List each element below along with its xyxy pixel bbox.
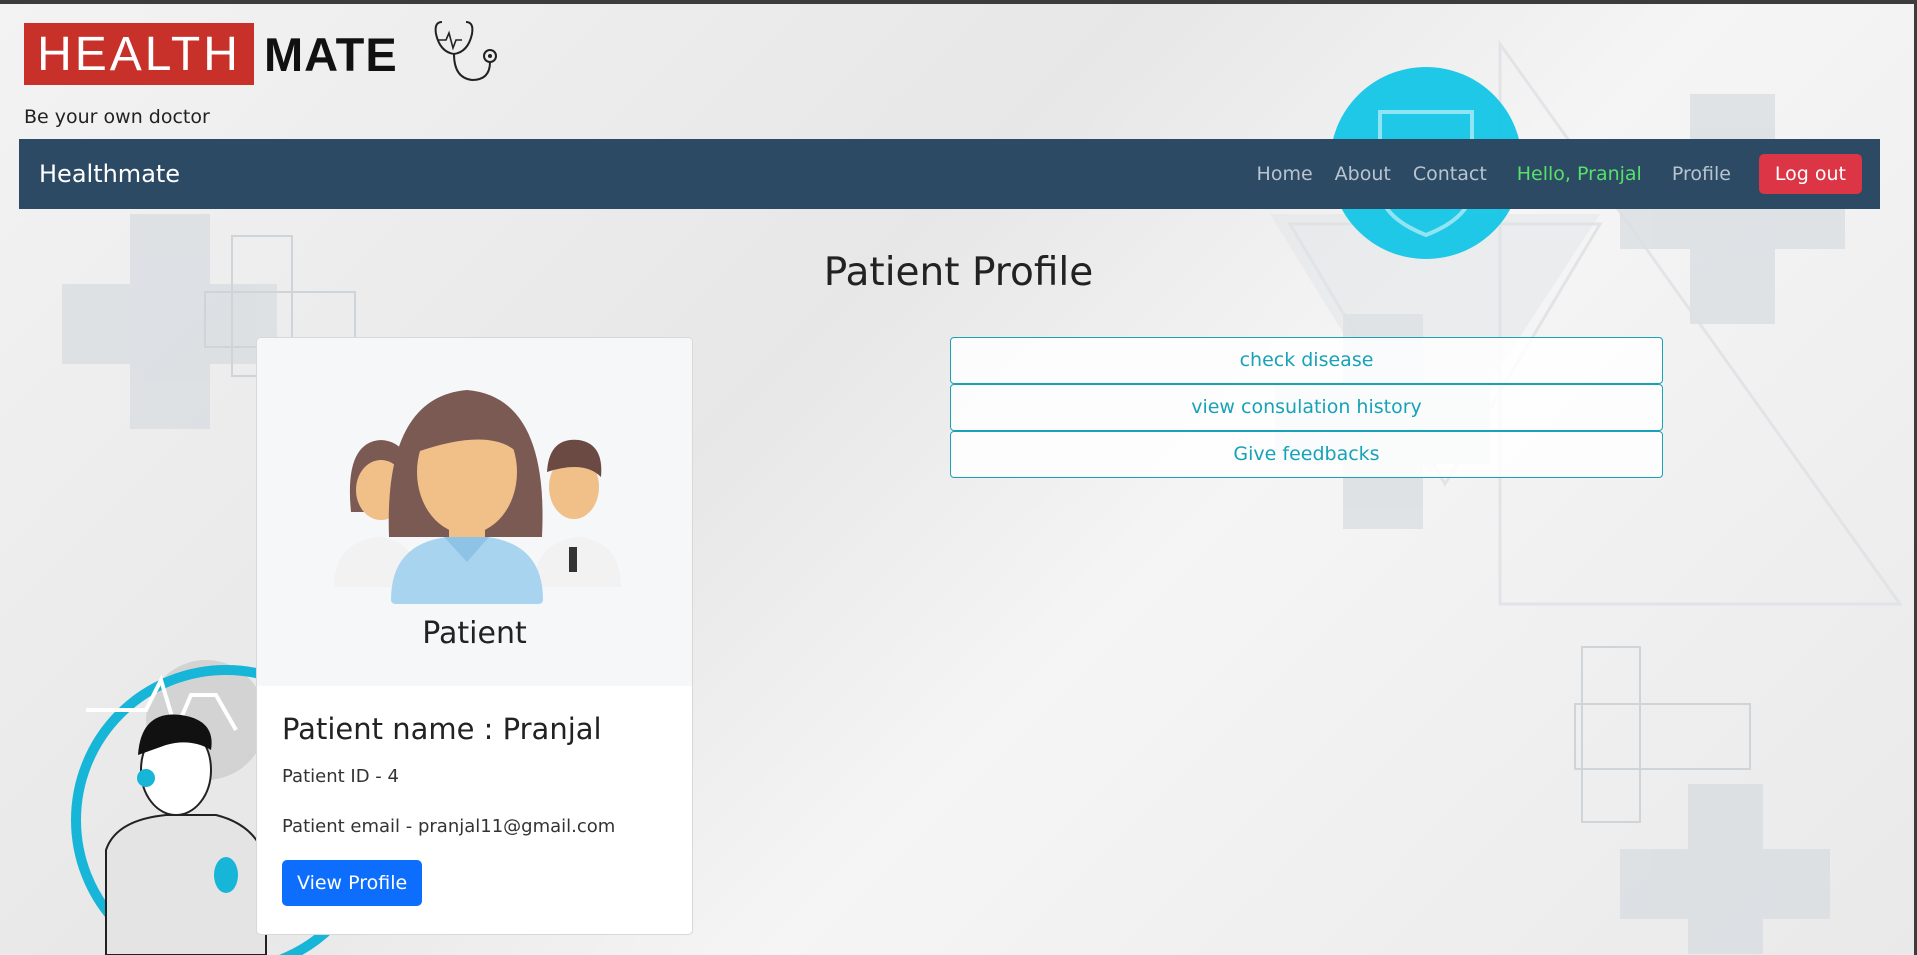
- patient-actions: check disease view consulation history G…: [950, 337, 1663, 478]
- patient-card: Patient Patient name : Pranjal Patient I…: [256, 337, 693, 935]
- user-greeting: Hello, Pranjal: [1516, 163, 1642, 185]
- view-profile-button[interactable]: View Profile: [282, 860, 423, 906]
- patient-card-caption: Patient: [422, 616, 527, 651]
- navbar: Healthmate Home About Contact Hello, Pra…: [19, 139, 1880, 209]
- patient-id: Patient ID - 4: [282, 766, 399, 787]
- logout-button[interactable]: Log out: [1758, 154, 1862, 194]
- nav-link-about[interactable]: About: [1335, 163, 1391, 185]
- patient-card-body: Patient name : Pranjal Patient ID - 4 Pa…: [257, 686, 692, 932]
- window-top-border: [0, 0, 1917, 4]
- check-disease-button[interactable]: check disease: [950, 337, 1663, 384]
- patient-card-header: Patient: [257, 338, 692, 686]
- nav-link-profile[interactable]: Profile: [1672, 163, 1731, 185]
- patient-name: Patient name : Pranjal: [282, 712, 602, 746]
- navbar-brand[interactable]: Healthmate: [39, 160, 180, 188]
- patients-group-icon: [334, 390, 621, 604]
- tagline: Be your own doctor: [24, 106, 210, 128]
- nav-links: Home About Contact Hello, Pranjal Profil…: [1235, 139, 1862, 209]
- give-feedback-button[interactable]: Give feedbacks: [950, 431, 1663, 478]
- nav-link-home[interactable]: Home: [1257, 163, 1313, 185]
- logo-health-text: HEALTH: [24, 23, 254, 85]
- stethoscope-icon: [434, 21, 497, 82]
- patient-email: Patient email - pranjal11@gmail.com: [282, 816, 616, 837]
- nav-link-contact[interactable]: Contact: [1413, 163, 1487, 185]
- view-consultation-history-button[interactable]: view consulation history: [950, 384, 1663, 431]
- healthmate-logo[interactable]: HEALTH MATE: [24, 21, 497, 86]
- logo-mate-text: MATE: [264, 27, 398, 81]
- page-title: Patient Profile: [823, 250, 1094, 295]
